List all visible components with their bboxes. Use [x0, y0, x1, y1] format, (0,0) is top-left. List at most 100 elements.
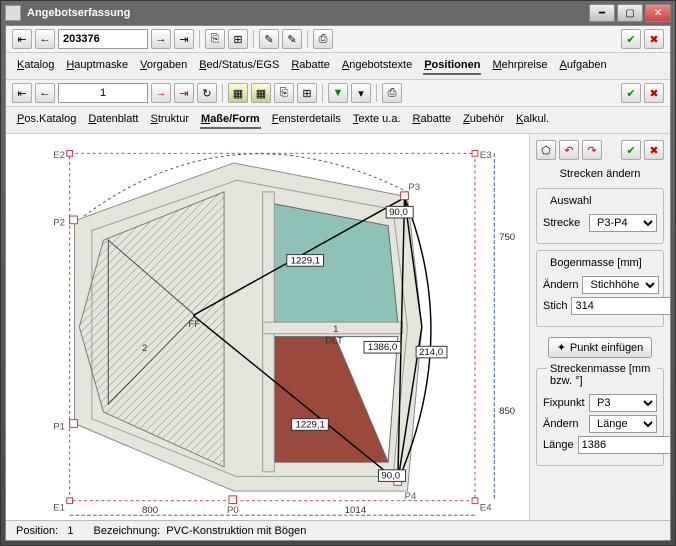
main-tab-2[interactable]: Vorgaben	[139, 57, 188, 75]
sub-tab-4[interactable]: Fensterdetails	[271, 111, 342, 129]
status-position-value: 1	[67, 525, 73, 537]
strecken-aendern-select[interactable]: Länge	[589, 415, 657, 433]
label-e2: E2	[53, 150, 65, 161]
dim-arc-offset: 214,0	[419, 347, 443, 358]
print-pos-icon[interactable]: ⎙	[382, 83, 402, 103]
fixpunkt-label: Fixpunkt	[543, 397, 585, 409]
refresh-icon[interactable]: ↻	[197, 83, 217, 103]
app-icon	[5, 5, 21, 21]
dim-inner-2: 1229,1	[295, 419, 324, 430]
insert-point-icon: ✦	[557, 341, 566, 354]
fixpunkt-select[interactable]: P3	[589, 394, 657, 412]
bogen-aendern-select[interactable]: Stichhöhe	[582, 276, 659, 294]
filter-icon[interactable]: ▼	[328, 83, 348, 103]
auswahl-legend: Auswahl	[547, 195, 595, 207]
cancel-main-button[interactable]: ✖	[644, 29, 664, 49]
pos-nav-next-button[interactable]: →	[151, 83, 171, 103]
status-bezeichnung-value: PVC-Konstruktion mit Bögen	[166, 525, 306, 537]
main-tab-1[interactable]: Hauptmaske	[65, 57, 129, 75]
label-p1: P1	[53, 421, 65, 432]
nav-prev-button[interactable]: ←	[35, 29, 55, 49]
laenge-input[interactable]	[578, 436, 670, 454]
pos-nav-prev-button[interactable]: ←	[35, 83, 55, 103]
main-toolbar: ⇤ ← → ⇥ ⎘ ⊞ ✎ ✎ ⎙ ✔ ✖	[6, 26, 670, 53]
cancel-side-button[interactable]: ✖	[644, 140, 664, 160]
main-tab-6[interactable]: Positionen	[423, 57, 481, 75]
label-p3: P3	[408, 182, 420, 193]
label-p4: P4	[405, 491, 417, 502]
main-tab-3[interactable]: Bed/Status/EGS	[198, 57, 280, 75]
side-panel-title: Strecken ändern	[536, 166, 664, 182]
sub-tab-7[interactable]: Zubehör	[462, 111, 505, 129]
window-title: Angebotserfassung	[27, 7, 589, 19]
bogen-legend: Bogenmasse [mm]	[547, 257, 645, 269]
dim-bottom-right: 1014	[345, 505, 367, 516]
sub-tab-2[interactable]: Struktur	[149, 111, 190, 129]
print-icon[interactable]: ⎙	[313, 29, 333, 49]
main-tab-4[interactable]: Rabatte	[290, 57, 331, 75]
status-bezeichnung-label: Bezeichnung:	[94, 525, 161, 537]
confirm-side-button[interactable]: ✔	[621, 140, 641, 160]
main-split: E2 E3 E1 E4	[6, 134, 670, 520]
dlt-label: DLT	[325, 335, 343, 346]
main-tab-5[interactable]: Angebotstexte	[341, 57, 413, 75]
confirm-pos-button[interactable]: ✔	[621, 83, 641, 103]
dim-bottom-left: 800	[142, 505, 158, 516]
sub-tab-3[interactable]: Maße/Form	[200, 111, 261, 129]
dim-right-bottom: 850	[499, 406, 515, 417]
undo-right-icon[interactable]: ↷	[582, 140, 602, 160]
nav-next-button[interactable]: →	[151, 29, 171, 49]
action-a-icon[interactable]: ✎	[259, 29, 279, 49]
main-tab-0[interactable]: Katalog	[16, 57, 55, 75]
shape-tool-icon[interactable]: ⬠	[536, 140, 556, 160]
insert-point-button[interactable]: ✦ Punkt einfügen	[548, 337, 653, 358]
close-button[interactable]: ✕	[645, 4, 671, 22]
gold-a-icon[interactable]: ▦	[228, 83, 248, 103]
filter-settings-icon[interactable]: ▾	[351, 83, 371, 103]
status-bar: Position: 1 Bezeichnung: PVC-Konstruktio…	[6, 520, 670, 540]
pos-nav-first-button[interactable]: ⇤	[12, 83, 32, 103]
dim-right-top: 750	[499, 232, 515, 243]
label-e3: E3	[480, 150, 492, 161]
minimize-button[interactable]: ━	[589, 4, 615, 22]
status-position-label: Position:	[16, 525, 58, 537]
pos-nav-last-button[interactable]: ⇥	[174, 83, 194, 103]
dim-angle-bot: 90,0	[381, 471, 400, 482]
sub-tab-6[interactable]: Rabatte	[412, 111, 453, 129]
confirm-main-button[interactable]: ✔	[621, 29, 641, 49]
strecken-aendern-label: Ändern	[543, 418, 585, 430]
sub-tab-5[interactable]: Texte u.a.	[352, 111, 402, 129]
gold-b-icon[interactable]: ▦	[251, 83, 271, 103]
undo-left-icon[interactable]: ↶	[559, 140, 579, 160]
side-toolbar: ⬠ ↶ ↷ ✔ ✖	[536, 140, 664, 160]
strecke-select[interactable]: P3-P4	[589, 214, 657, 232]
nav-first-button[interactable]: ⇤	[12, 29, 32, 49]
sub-tab-1[interactable]: Datenblatt	[87, 111, 139, 129]
stich-input[interactable]	[571, 297, 670, 315]
laenge-label: Länge	[543, 439, 574, 451]
app-window: Angebotserfassung ━ ▢ ✕ ⇤ ← → ⇥ ⎘ ⊞ ✎ ✎ …	[0, 0, 676, 546]
position-number-input[interactable]	[58, 83, 148, 103]
table-icon[interactable]: ⊞	[228, 29, 248, 49]
main-tab-7[interactable]: Mehrpreise	[491, 57, 548, 75]
copy-pos-icon[interactable]: ⎘	[274, 83, 294, 103]
grid-pos-icon[interactable]: ⊞	[297, 83, 317, 103]
label-e1: E1	[53, 502, 65, 513]
pane-1-number: 1	[333, 324, 338, 335]
content-area: ⇤ ← → ⇥ ⎘ ⊞ ✎ ✎ ⎙ ✔ ✖ Katalog Hauptmaske V…	[5, 25, 671, 541]
nav-last-button[interactable]: ⇥	[174, 29, 194, 49]
drawing-canvas[interactable]: E2 E3 E1 E4	[6, 134, 530, 520]
action-b-icon[interactable]: ✎	[282, 29, 302, 49]
main-tab-8[interactable]: Aufgaben	[558, 57, 607, 75]
label-p2: P2	[53, 218, 65, 229]
dim-center-len: 1386,0	[368, 342, 397, 353]
maximize-button[interactable]: ▢	[617, 4, 643, 22]
cancel-pos-button[interactable]: ✖	[644, 83, 664, 103]
copy-icon[interactable]: ⎘	[205, 29, 225, 49]
strecke-label: Strecke	[543, 217, 585, 229]
auswahl-fieldset: Auswahl Strecke P3-P4	[536, 188, 664, 244]
sub-tab-0[interactable]: Pos.Katalog	[16, 111, 77, 129]
position-toolbar: ⇤ ← → ⇥ ↻ ▦ ▦ ⎘ ⊞ ▼ ▾ ⎙ ✔ ✖	[6, 80, 670, 107]
document-id-input[interactable]	[58, 29, 148, 49]
sub-tab-8[interactable]: Kalkul.	[515, 111, 550, 129]
